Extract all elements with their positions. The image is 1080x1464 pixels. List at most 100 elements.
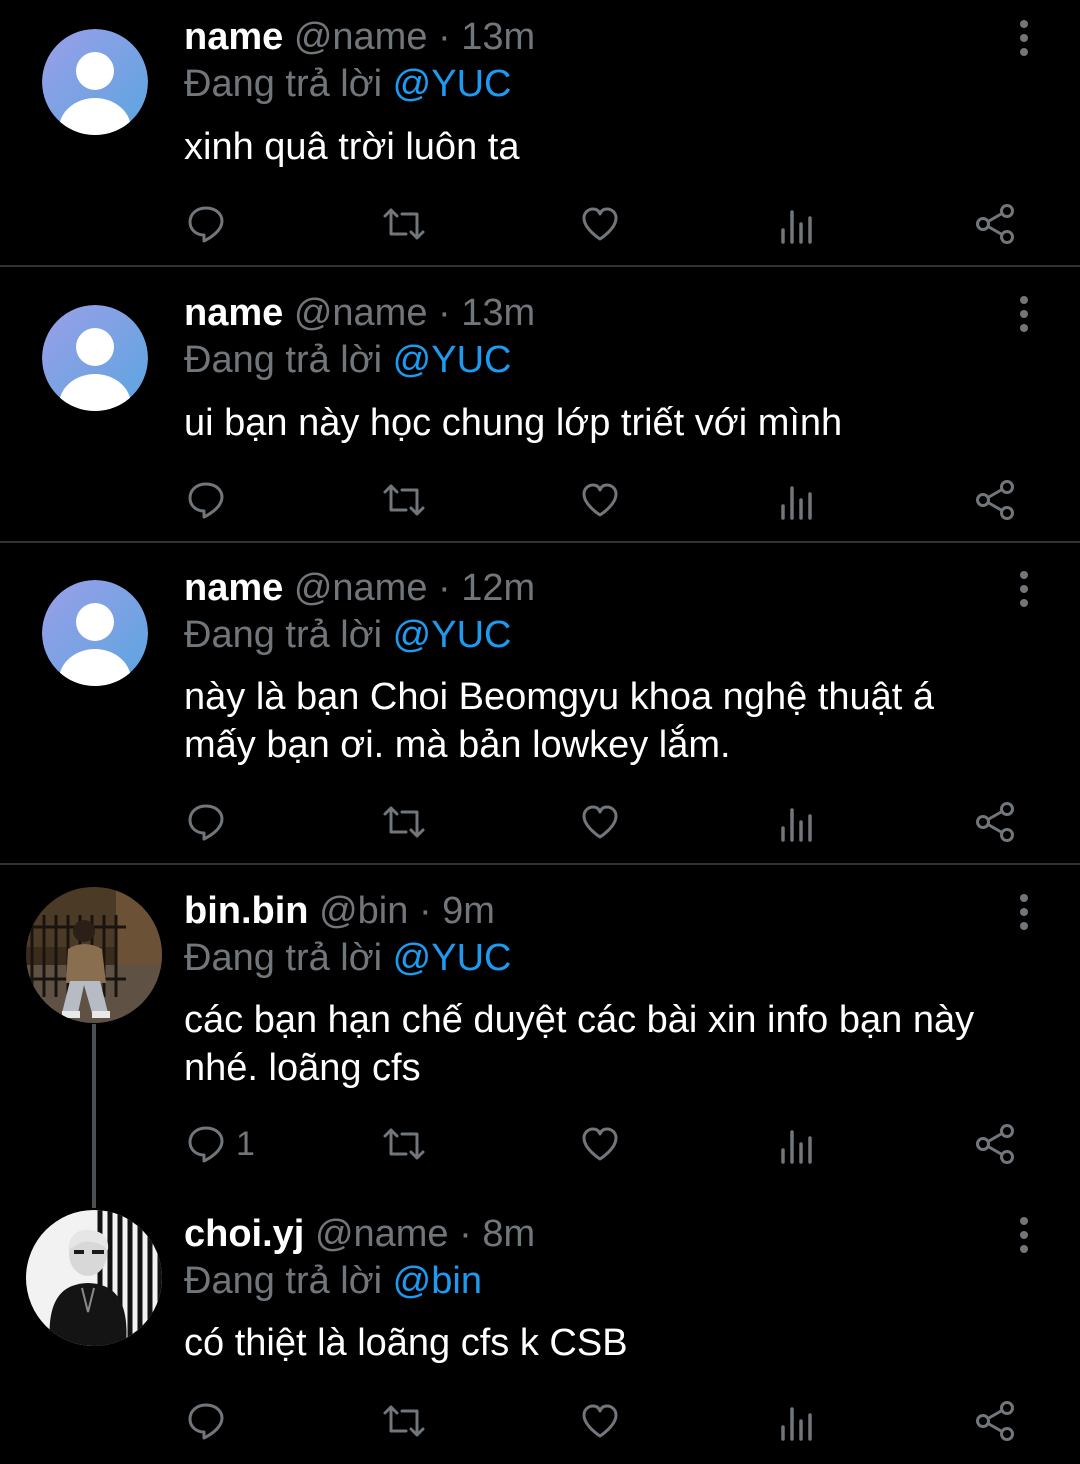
tweet[interactable]: bin.bin @bin · 9m Đang trả lời @YUC các … [0, 874, 1080, 1194]
like-icon [582, 805, 618, 839]
timestamp[interactable]: 8m [482, 1213, 535, 1255]
display-name[interactable]: bin.bin [184, 890, 309, 932]
avatar[interactable] [42, 580, 148, 686]
avatar[interactable] [26, 887, 162, 1023]
share-icon [976, 204, 1014, 244]
timestamp[interactable]: 9m [442, 890, 495, 932]
share-button[interactable] [974, 200, 1016, 248]
views-icon [781, 210, 812, 244]
tweet-text-line: mấy bạn ơi. mà bản lowkey lắm. [184, 724, 731, 766]
retweet-button[interactable] [381, 1397, 427, 1445]
reply-count: 1 [236, 1125, 255, 1163]
mention-link[interactable]: @YUC [393, 937, 512, 979]
like-icon [582, 1127, 618, 1161]
views-button[interactable] [779, 798, 815, 846]
replying-to: Đang trả lời @YUC [184, 936, 511, 980]
display-name[interactable]: name [184, 16, 283, 58]
retweet-button[interactable] [381, 1120, 427, 1168]
default-profile-icon [42, 29, 148, 135]
retweet-button[interactable] [381, 476, 427, 524]
timestamp[interactable]: 12m [461, 567, 535, 609]
mention-link[interactable]: @YUC [393, 339, 512, 381]
reply-icon [188, 206, 224, 243]
retweet-icon [383, 1128, 425, 1160]
separator: · [438, 567, 451, 609]
share-button[interactable] [974, 798, 1016, 846]
tweet-text-line: nhé. loãng cfs [184, 1047, 421, 1089]
avatar[interactable] [42, 29, 148, 135]
views-icon [781, 1407, 812, 1441]
handle[interactable]: @name [294, 16, 428, 58]
share-icon [976, 802, 1014, 842]
more-options-icon[interactable] [1008, 290, 1040, 338]
mention-link[interactable]: @YUC [393, 63, 512, 105]
like-button[interactable] [580, 798, 620, 846]
reply-button[interactable]: 1 [186, 1120, 255, 1168]
tweet-header: choi.yj @name · 8m [184, 1212, 535, 1256]
mention-link[interactable]: @bin [393, 1260, 482, 1302]
avatar[interactable] [26, 1210, 162, 1346]
reply-prefix: Đang trả lời [184, 614, 383, 656]
more-options-icon[interactable] [1008, 14, 1040, 62]
handle[interactable]: @name [315, 1213, 449, 1255]
tweet[interactable]: name @name · 12m Đang trả lời @YUC này l… [0, 551, 1080, 863]
retweet-icon [383, 1405, 425, 1437]
reply-button[interactable] [186, 476, 236, 524]
views-button[interactable] [779, 1397, 815, 1445]
timestamp[interactable]: 13m [461, 16, 535, 58]
tweet-header: name @name · 13m [184, 291, 535, 335]
reply-prefix: Đang trả lời [184, 1260, 383, 1302]
more-options-icon[interactable] [1008, 565, 1040, 613]
retweet-button[interactable] [381, 798, 427, 846]
retweet-icon [383, 208, 425, 240]
reply-button[interactable] [186, 1397, 236, 1445]
share-button[interactable] [974, 1397, 1016, 1445]
like-button[interactable] [580, 200, 620, 248]
tweet[interactable]: name @name · 13m Đang trả lời @YUC ui bạ… [0, 276, 1080, 542]
reply-prefix: Đang trả lời [184, 937, 383, 979]
tweet[interactable]: name @name · 13m Đang trả lời @YUC xinh … [0, 0, 1080, 266]
views-button[interactable] [779, 476, 815, 524]
share-button[interactable] [974, 476, 1016, 524]
tweet-text: ui bạn này học chung lớp triết với mình [184, 399, 1044, 447]
separator: · [459, 1213, 472, 1255]
retweet-button[interactable] [381, 200, 427, 248]
tweet-text: này là bạn Choi Beomgyu khoa nghệ thuật … [184, 673, 1044, 769]
mention-link[interactable]: @YUC [393, 614, 512, 656]
handle[interactable]: @bin [319, 890, 408, 932]
divider [0, 265, 1080, 267]
tweet-text-line: các bạn hạn chế duyệt các bài xin info b… [184, 999, 975, 1041]
divider [0, 863, 1080, 865]
reply-prefix: Đang trả lời [184, 339, 383, 381]
views-icon [781, 1130, 812, 1164]
more-options-icon[interactable] [1008, 888, 1040, 936]
tweet[interactable]: choi.yj @name · 8m Đang trả lời @bin có … [0, 1197, 1080, 1464]
like-button[interactable] [580, 1397, 620, 1445]
reply-feed: name @name · 13m Đang trả lời @YUC xinh … [0, 0, 1080, 1464]
handle[interactable]: @name [294, 292, 428, 334]
handle[interactable]: @name [294, 567, 428, 609]
avatar[interactable] [42, 305, 148, 411]
tweet-header: name @name · 12m [184, 566, 535, 610]
like-button[interactable] [580, 476, 620, 524]
display-name[interactable]: choi.yj [184, 1213, 304, 1255]
user-photo [26, 887, 162, 1023]
reply-prefix: Đang trả lời [184, 63, 383, 105]
tweet-header: bin.bin @bin · 9m [184, 889, 495, 933]
views-button[interactable] [779, 1120, 815, 1168]
like-icon [582, 1404, 618, 1438]
share-icon [976, 1401, 1014, 1441]
display-name[interactable]: name [184, 567, 283, 609]
like-button[interactable] [580, 1120, 620, 1168]
timestamp[interactable]: 13m [461, 292, 535, 334]
views-button[interactable] [779, 200, 815, 248]
tweet-text-line: xinh quâ trời luôn ta [184, 126, 520, 168]
reply-button[interactable] [186, 798, 236, 846]
reply-button[interactable] [186, 200, 236, 248]
display-name[interactable]: name [184, 292, 283, 334]
replying-to: Đang trả lời @YUC [184, 613, 511, 657]
separator: · [438, 16, 451, 58]
share-button[interactable] [974, 1120, 1016, 1168]
separator: · [418, 890, 432, 932]
more-options-icon[interactable] [1008, 1211, 1040, 1259]
